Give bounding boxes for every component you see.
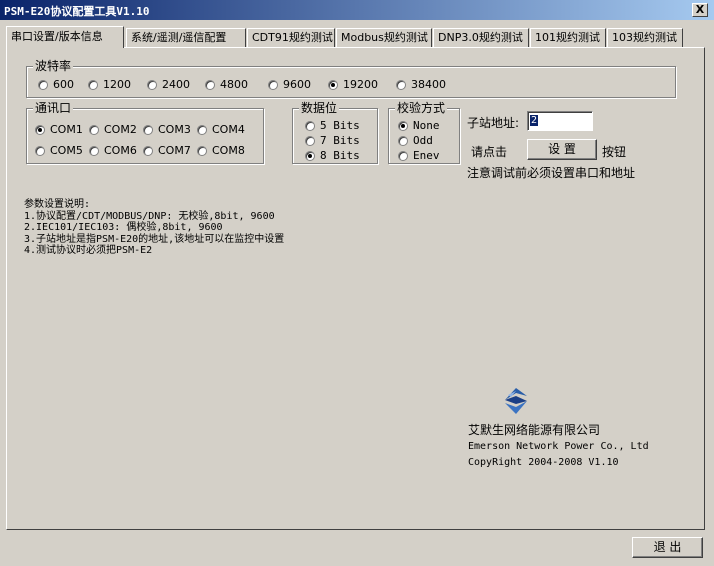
- radio-icon: [398, 135, 408, 146]
- radio-icon: [143, 124, 153, 135]
- databits-label: 数据位: [299, 101, 340, 115]
- company-name-cn: 艾默生网络能源有限公司: [468, 423, 601, 437]
- baud-option-19200[interactable]: 19200: [328, 78, 378, 91]
- click-prompt-prefix: 请点击: [471, 145, 508, 159]
- tab-dnp3-test[interactable]: DNP3.0规约测试: [433, 28, 529, 47]
- close-button[interactable]: X: [692, 3, 708, 17]
- databits-option-5[interactable]: 5 Bits: [305, 119, 360, 132]
- tab-modbus-test[interactable]: Modbus规约测试: [336, 28, 432, 47]
- radio-icon: [305, 135, 315, 146]
- radio-icon: [305, 120, 315, 131]
- instruction-line-3: 3.子站地址是指PSM-E20的地址,该地址可以在监控中设置: [24, 233, 285, 245]
- port-label: 通讯口: [33, 101, 74, 115]
- baud-option-4800[interactable]: 4800: [205, 78, 248, 91]
- tab-serial-version[interactable]: 串口设置/版本信息: [6, 26, 124, 48]
- baud-option-2400[interactable]: 2400: [147, 78, 190, 91]
- port-option-com3[interactable]: COM3: [143, 123, 191, 136]
- radio-checked-icon: [305, 150, 315, 161]
- company-name-en: Emerson Network Power Co., Ltd: [468, 441, 649, 452]
- baud-option-1200[interactable]: 1200: [88, 78, 131, 91]
- radio-icon: [396, 79, 406, 90]
- radio-icon: [197, 124, 207, 135]
- port-option-com4[interactable]: COM4: [197, 123, 245, 136]
- click-prompt-suffix: 按钮: [602, 145, 627, 159]
- tab-103-test[interactable]: 103规约测试: [607, 28, 683, 47]
- radio-icon: [147, 79, 157, 90]
- port-option-com5[interactable]: COM5: [35, 144, 83, 157]
- radio-icon: [268, 79, 278, 90]
- baud-option-600[interactable]: 600: [38, 78, 74, 91]
- radio-checked-icon: [328, 79, 338, 90]
- parity-label: 校验方式: [395, 101, 448, 115]
- port-option-com7[interactable]: COM7: [143, 144, 191, 157]
- instruction-line-4: 4.测试协议时必须把PSM-E2: [24, 245, 153, 256]
- baud-rate-label: 波特率: [33, 59, 74, 73]
- port-option-com2[interactable]: COM2: [89, 123, 137, 136]
- radio-icon: [89, 124, 99, 135]
- port-option-com6[interactable]: COM6: [89, 144, 137, 157]
- emerson-logo-icon: [505, 388, 527, 414]
- station-address-label: 子站地址:: [467, 116, 520, 130]
- radio-icon: [197, 145, 207, 156]
- databits-option-7[interactable]: 7 Bits: [305, 134, 360, 147]
- port-option-com8[interactable]: COM8: [197, 144, 245, 157]
- radio-icon: [205, 79, 215, 90]
- setup-notice: 注意调试前必须设置串口和地址: [467, 166, 636, 180]
- exit-button[interactable]: 退 出: [632, 537, 703, 558]
- instructions-title: 参数设置说明:: [24, 199, 91, 210]
- databits-option-8[interactable]: 8 Bits: [305, 149, 360, 162]
- tab-cdt91-test[interactable]: CDT91规约测试: [247, 28, 335, 47]
- radio-icon: [38, 79, 48, 90]
- tab-101-test[interactable]: 101规约测试: [530, 28, 606, 47]
- parity-option-odd[interactable]: Odd: [398, 134, 433, 147]
- tab-system-config[interactable]: 系统/遥测/遥信配置: [126, 28, 246, 47]
- radio-icon: [89, 145, 99, 156]
- set-address-button[interactable]: 设 置: [527, 139, 597, 160]
- baud-option-38400[interactable]: 38400: [396, 78, 446, 91]
- parity-option-none[interactable]: None: [398, 119, 440, 132]
- radio-icon: [398, 150, 408, 161]
- instruction-line-1: 1.协议配置/CDT/MODBUS/DNP: 无校验,8bit, 9600: [24, 210, 275, 222]
- radio-icon: [143, 145, 153, 156]
- parity-option-enev[interactable]: Enev: [398, 149, 440, 162]
- copyright-text: CopyRight 2004-2008 V1.10: [468, 457, 619, 468]
- window-title: PSM-E20协议配置工具V1.10: [4, 5, 150, 18]
- radio-checked-icon: [398, 120, 408, 131]
- station-address-value: 2: [530, 115, 539, 126]
- baud-option-9600[interactable]: 9600: [268, 78, 311, 91]
- radio-icon: [88, 79, 98, 90]
- radio-icon: [35, 145, 45, 156]
- station-address-input[interactable]: 2: [527, 111, 593, 131]
- radio-checked-icon: [35, 124, 45, 135]
- instruction-line-2: 2.IEC101/IEC103: 偶校验,8bit, 9600: [24, 222, 223, 233]
- port-option-com1[interactable]: COM1: [35, 123, 83, 136]
